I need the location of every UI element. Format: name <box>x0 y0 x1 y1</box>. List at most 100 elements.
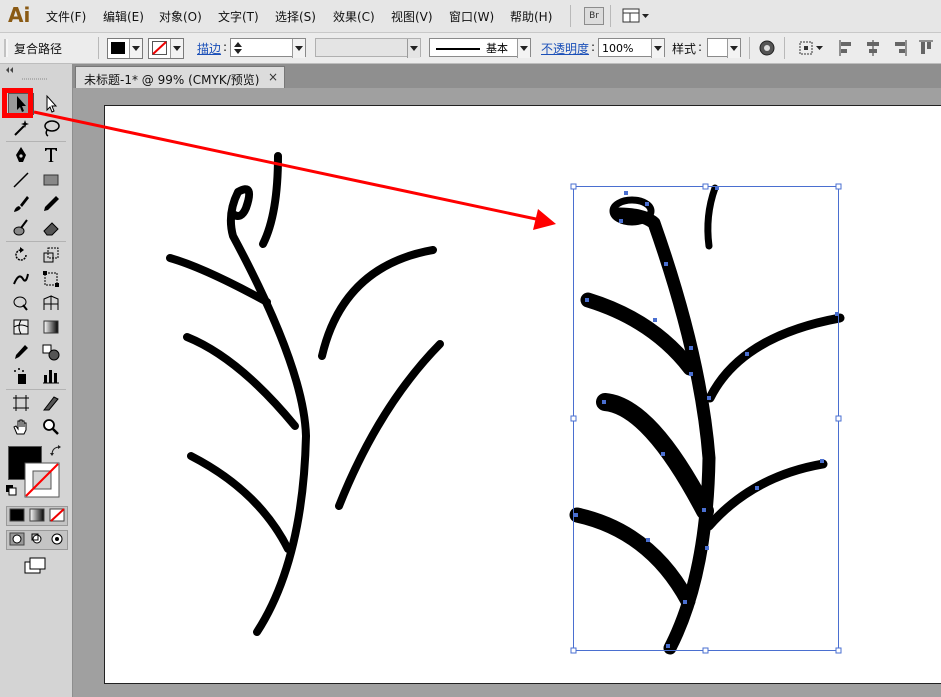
stroke-label[interactable]: 描边 <box>197 40 221 57</box>
upper-right-branch-path[interactable] <box>318 246 437 360</box>
magic-wand-tool[interactable] <box>8 117 34 139</box>
gradient-mode-icon[interactable] <box>29 508 45 522</box>
artboard[interactable] <box>104 105 941 684</box>
perspective-grid-tool[interactable] <box>38 292 64 314</box>
graphic-style-dropdown[interactable] <box>707 38 741 58</box>
menu-file[interactable]: 文件(F) <box>46 8 86 25</box>
menu-effect[interactable]: 效果(C) <box>333 8 375 25</box>
artwork-canvas[interactable] <box>105 106 941 683</box>
lower-right-branch-shape[interactable] <box>704 459 828 531</box>
screen-mode-icon[interactable] <box>24 557 48 575</box>
anchor-point <box>745 352 749 356</box>
upper-left-branch-shape[interactable] <box>580 292 698 376</box>
menu-view[interactable]: 视图(V) <box>391 8 433 25</box>
shape-builder-tool[interactable] <box>8 292 34 314</box>
rectangle-tool[interactable] <box>38 169 64 191</box>
resize-handle-top-left[interactable] <box>570 183 577 190</box>
artboard-tool[interactable] <box>8 392 34 414</box>
paintbrush-tool[interactable] <box>8 193 34 215</box>
line-tool[interactable] <box>8 169 34 191</box>
blend-tool[interactable] <box>38 341 64 363</box>
stroke-weight-field[interactable] <box>230 38 306 58</box>
align-left-icon[interactable] <box>838 39 854 57</box>
symbol-sprayer-icon <box>14 368 26 384</box>
warp-icon <box>13 273 29 285</box>
lasso-tool[interactable] <box>38 117 64 139</box>
resize-handle-bottom[interactable] <box>702 647 709 654</box>
upper-right-branch-shape[interactable] <box>705 313 845 403</box>
menu-select[interactable]: 选择(S) <box>275 8 316 25</box>
align-top-icon[interactable] <box>918 39 934 57</box>
pencil-tool[interactable] <box>38 193 64 215</box>
variable-width-profile-dropdown[interactable] <box>315 38 421 58</box>
document-tab[interactable]: 未标题-1* @ 99% (CMYK/预览) × <box>75 66 285 88</box>
branch-artwork-stroked[interactable] <box>166 152 444 636</box>
resize-handle-top[interactable] <box>702 183 709 190</box>
swap-fill-stroke-icon[interactable] <box>49 444 63 458</box>
anchor-point <box>666 644 670 648</box>
align-center-icon[interactable] <box>865 39 881 57</box>
anchor-point <box>707 396 711 400</box>
hand-tool[interactable] <box>8 416 34 438</box>
blob-brush-tool[interactable] <box>8 217 34 239</box>
direct-selection-tool[interactable] <box>38 93 64 115</box>
type-tool[interactable] <box>38 144 64 166</box>
slice-tool[interactable] <box>38 392 64 414</box>
draw-behind-icon[interactable] <box>29 532 45 546</box>
default-fill-stroke-icon[interactable] <box>5 484 17 496</box>
stroke-color-dropdown[interactable] <box>148 38 184 59</box>
lower-right-branch-path[interactable] <box>335 340 444 510</box>
recolor-artwork-icon[interactable] <box>758 39 776 57</box>
main-stem-path[interactable] <box>226 185 310 636</box>
resize-handle-right[interactable] <box>835 415 842 422</box>
lower-left-branch-path[interactable] <box>187 452 292 553</box>
anchor-point <box>683 600 687 604</box>
lower-left-branch-shape[interactable] <box>569 507 696 609</box>
pen-tool[interactable] <box>8 144 34 166</box>
branch-artwork-compound-path[interactable] <box>569 184 845 655</box>
middle-left-branch-shape[interactable] <box>596 393 714 520</box>
resize-handle-top-right[interactable] <box>835 183 842 190</box>
close-icon[interactable]: × <box>268 70 278 84</box>
top-twig-shape[interactable] <box>704 184 719 250</box>
panel-collapse-icon[interactable] <box>4 67 68 73</box>
menu-object[interactable]: 对象(O) <box>159 8 202 25</box>
zoom-tool[interactable] <box>38 416 64 438</box>
fill-color-dropdown[interactable] <box>107 38 143 59</box>
line-segment-icon <box>13 172 29 188</box>
rotate-icon <box>15 247 27 261</box>
transform-reference-icon[interactable] <box>798 39 824 57</box>
resize-handle-bottom-left[interactable] <box>570 647 577 654</box>
bridge-button[interactable]: Br <box>584 7 604 25</box>
eyedropper-tool[interactable] <box>8 341 34 363</box>
perspective-grid-icon <box>43 295 59 310</box>
resize-handle-bottom-right[interactable] <box>835 647 842 654</box>
free-transform-tool[interactable] <box>38 268 64 290</box>
menu-help[interactable]: 帮助(H) <box>510 8 552 25</box>
align-right-icon[interactable] <box>892 39 908 57</box>
resize-handle-left[interactable] <box>570 415 577 422</box>
opacity-label[interactable]: 不透明度 <box>541 40 589 57</box>
column-graph-tool[interactable] <box>38 365 64 387</box>
color-mode-icon[interactable] <box>9 508 25 522</box>
menu-window[interactable]: 窗口(W) <box>449 8 494 25</box>
rotate-tool[interactable] <box>8 244 34 266</box>
workspace-switcher-button[interactable] <box>622 8 650 24</box>
mesh-tool[interactable] <box>8 316 34 338</box>
gradient-tool[interactable] <box>38 316 64 338</box>
draw-normal-icon[interactable] <box>9 532 25 546</box>
draw-inside-icon[interactable] <box>49 532 65 546</box>
brush-definition-dropdown[interactable]: 基本 <box>429 38 531 58</box>
warp-tool[interactable] <box>8 268 34 290</box>
symbol-sprayer-tool[interactable] <box>8 365 34 387</box>
middle-left-branch-path[interactable] <box>183 333 299 430</box>
opacity-field[interactable]: 100% <box>598 38 665 58</box>
menu-edit[interactable]: 编辑(E) <box>103 8 144 25</box>
eraser-tool[interactable] <box>38 217 64 239</box>
stroke-none-swatch[interactable] <box>24 462 60 498</box>
none-mode-icon[interactable] <box>49 508 65 522</box>
scale-tool[interactable] <box>38 244 64 266</box>
canvas-area[interactable] <box>73 88 941 697</box>
top-twig-path[interactable] <box>259 152 282 248</box>
menu-type[interactable]: 文字(T) <box>218 8 259 25</box>
